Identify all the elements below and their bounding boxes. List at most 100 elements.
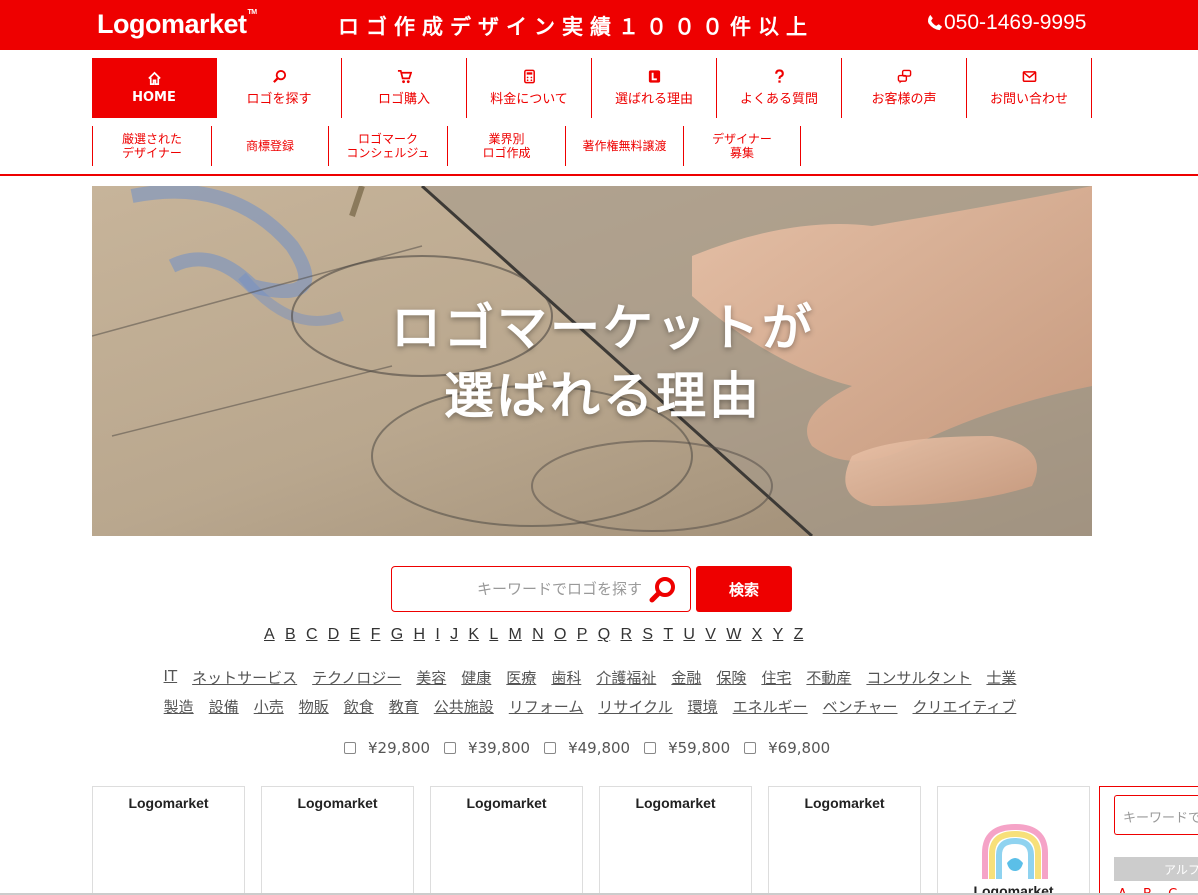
price-checkbox[interactable] — [544, 742, 557, 754]
alpha-link[interactable]: Q — [598, 626, 610, 644]
alpha-link[interactable]: A — [264, 626, 275, 644]
site-logo[interactable]: LogomarketTM — [97, 9, 257, 40]
category-link[interactable]: 不動産 — [806, 667, 851, 688]
subnav-designer-recruit[interactable]: デザイナー 募集 — [683, 126, 801, 166]
alpha-link[interactable]: C — [306, 626, 318, 644]
category-link[interactable]: 設備 — [209, 696, 239, 717]
category-link[interactable]: テクノロジー — [312, 667, 401, 688]
alpha-link[interactable]: O — [554, 626, 566, 644]
phone-number[interactable]: 050-1469-9995 — [926, 11, 1086, 35]
price-label: ¥49,800 — [568, 739, 631, 757]
category-link[interactable]: 士業 — [986, 667, 1016, 688]
nav-buy-logo-label: ロゴ購入 — [377, 92, 430, 107]
search-icon — [272, 69, 286, 83]
logo-card[interactable]: Logomarket — [430, 786, 583, 895]
category-link[interactable]: 美容 — [416, 667, 446, 688]
price-filter[interactable]: ¥69,800 — [744, 739, 830, 757]
category-link[interactable]: ベンチャー — [823, 696, 898, 717]
price-checkbox[interactable] — [444, 742, 457, 754]
price-checkbox[interactable] — [644, 742, 657, 754]
alpha-link[interactable]: U — [683, 626, 695, 644]
alpha-link[interactable]: K — [468, 626, 479, 644]
alpha-link[interactable]: R — [620, 626, 632, 644]
price-checkbox[interactable] — [344, 742, 356, 754]
sidebar-search-input[interactable]: キーワードで — [1114, 795, 1198, 835]
card-logo-text: Logomarket — [804, 795, 885, 811]
nav-home[interactable]: HOME — [92, 58, 217, 118]
category-link[interactable]: 小売 — [254, 696, 284, 717]
category-link[interactable]: リフォーム — [509, 696, 584, 717]
alpha-link[interactable]: J — [450, 626, 458, 644]
alpha-link[interactable]: E — [350, 626, 361, 644]
category-link[interactable]: 環境 — [688, 696, 718, 717]
price-filter[interactable]: ¥59,800 — [644, 739, 730, 757]
category-link[interactable]: 教育 — [389, 696, 419, 717]
category-link[interactable]: 飲食 — [344, 696, 374, 717]
category-link[interactable]: 健康 — [461, 667, 491, 688]
price-filter[interactable]: ¥39,800 — [444, 739, 530, 757]
alpha-link[interactable]: V — [705, 626, 716, 644]
nav-search-logos[interactable]: ロゴを探す — [217, 58, 342, 118]
category-link[interactable]: IT — [164, 667, 178, 688]
category-link[interactable]: 医療 — [506, 667, 536, 688]
alpha-link[interactable]: L — [489, 626, 498, 644]
category-link[interactable]: 住宅 — [761, 667, 791, 688]
alpha-link[interactable]: S — [642, 626, 653, 644]
nav-contact[interactable]: お問い合わせ — [967, 58, 1092, 118]
badge-l-icon — [648, 70, 660, 83]
alpha-link[interactable]: B — [285, 626, 296, 644]
price-filter[interactable]: ¥49,800 — [544, 739, 630, 757]
subnav-trademark[interactable]: 商標登録 — [211, 126, 328, 166]
nav-pricing[interactable]: 料金について — [467, 58, 592, 118]
subnav-concierge[interactable]: ロゴマーク コンシェルジュ — [328, 126, 447, 166]
category-link[interactable]: クリエイティブ — [913, 696, 1017, 717]
alpha-link[interactable]: T — [663, 626, 673, 644]
category-link[interactable]: エネルギー — [733, 696, 808, 717]
category-link[interactable]: リサイクル — [598, 696, 672, 717]
logo-card[interactable]: Logomarket — [599, 786, 752, 895]
subnav-designers[interactable]: 厳選された デザイナー — [92, 126, 211, 166]
subnav-industry-line2: ロゴ作成 — [482, 146, 531, 160]
category-link[interactable]: 製造 — [164, 696, 194, 717]
alpha-link[interactable]: Z — [794, 626, 804, 644]
subnav-copyright-transfer[interactable]: 著作権無料譲渡 — [565, 126, 683, 166]
nav-buy-logo[interactable]: ロゴ購入 — [342, 58, 467, 118]
price-filter[interactable]: ¥29,800 — [344, 739, 430, 757]
alpha-link[interactable]: I — [435, 626, 439, 644]
logo-card[interactable]: Logomarket — [768, 786, 921, 895]
alpha-link[interactable]: M — [509, 626, 522, 644]
header-tagline: ロゴ作成デザイン実績１０００件以上 — [338, 15, 814, 39]
category-link[interactable]: コンサルタント — [866, 667, 971, 688]
subnav-industry-logos[interactable]: 業界別 ロゴ作成 — [447, 126, 565, 166]
alpha-link[interactable]: N — [532, 626, 544, 644]
alpha-link[interactable]: W — [726, 626, 741, 644]
category-link[interactable]: 歯科 — [551, 667, 581, 688]
nav-testimonials-label: お客様の声 — [871, 92, 937, 107]
category-link[interactable]: ネットサービス — [192, 667, 297, 688]
alpha-link[interactable]: Y — [773, 626, 784, 644]
alpha-link[interactable]: P — [577, 626, 588, 644]
price-checkbox[interactable] — [744, 742, 757, 754]
logo-card[interactable]: Logomarket — [937, 786, 1090, 895]
nav-faq[interactable]: よくある質問 — [717, 58, 842, 118]
category-link[interactable]: 公共施設 — [434, 696, 494, 717]
search-button[interactable]: 検索 — [696, 566, 792, 612]
nav-reasons[interactable]: 選ばれる理由 — [592, 58, 717, 118]
magnifier-icon[interactable] — [648, 575, 678, 605]
alpha-link[interactable]: H — [413, 626, 425, 644]
hero-headline-line2: 選ばれる理由 — [444, 367, 762, 425]
logo-card[interactable]: Logomarket — [92, 786, 245, 895]
keyword-search-input[interactable] — [402, 577, 642, 601]
category-link[interactable]: 介護福祉 — [596, 667, 656, 688]
category-links-row2: 製造 設備 小売 物販 飲食 教育 公共施設 リフォーム リサイクル 環境 エネ… — [0, 696, 1180, 717]
logo-card[interactable]: Logomarket — [261, 786, 414, 895]
nav-testimonials[interactable]: お客様の声 — [842, 58, 967, 118]
alpha-link[interactable]: D — [328, 626, 340, 644]
category-link[interactable]: 物販 — [299, 696, 329, 717]
alpha-link[interactable]: F — [371, 626, 381, 644]
category-link[interactable]: 保険 — [716, 667, 746, 688]
nav-search-logos-label: ロゴを探す — [246, 92, 312, 107]
alpha-link[interactable]: G — [391, 626, 403, 644]
category-link[interactable]: 金融 — [671, 667, 701, 688]
alpha-link[interactable]: X — [752, 626, 763, 644]
